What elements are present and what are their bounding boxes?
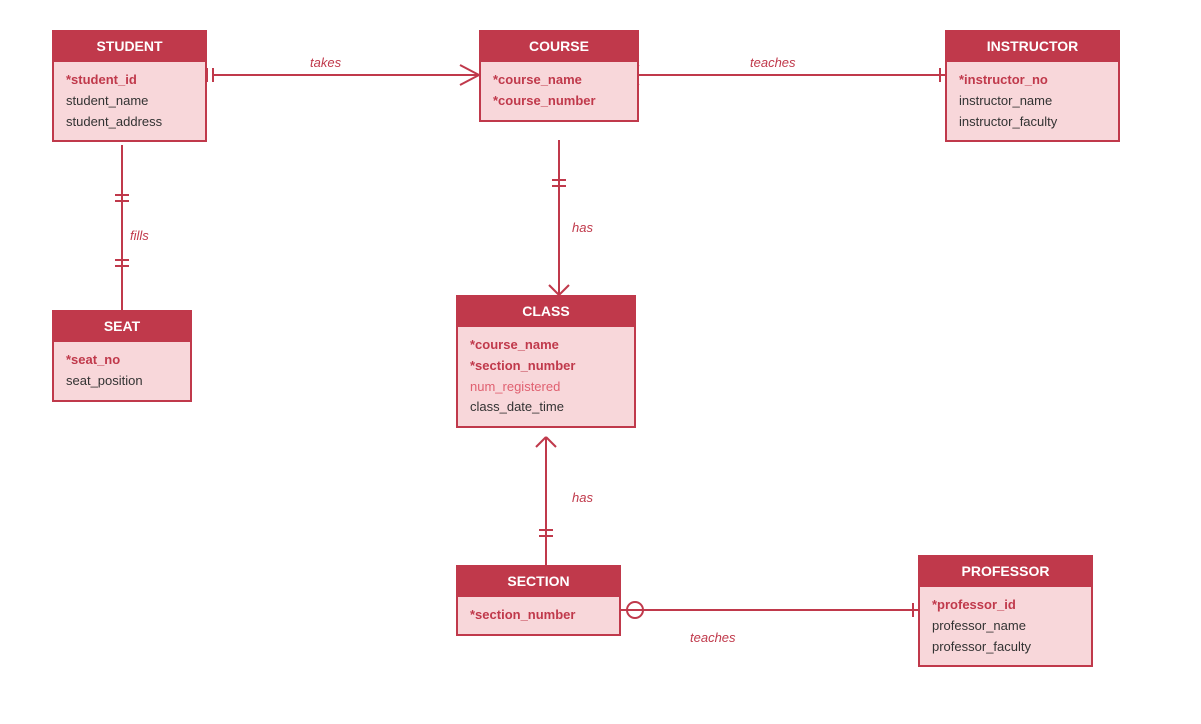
field-professor-name: professor_name: [932, 616, 1079, 637]
relation-has-course-class: has: [572, 220, 593, 235]
entity-professor-body: *professor_id professor_name professor_f…: [918, 587, 1093, 667]
entity-student: STUDENT *student_id student_name student…: [52, 30, 207, 142]
field-class-section-number: *section_number: [470, 356, 622, 377]
relation-has-class-section: has: [572, 490, 593, 505]
entity-section-header: SECTION: [456, 565, 621, 597]
entity-student-body: *student_id student_name student_address: [52, 62, 207, 142]
entity-instructor: INSTRUCTOR *instructor_no instructor_nam…: [945, 30, 1120, 142]
entity-instructor-header: INSTRUCTOR: [945, 30, 1120, 62]
entity-class-body: *course_name *section_number num_registe…: [456, 327, 636, 428]
field-seat-position: seat_position: [66, 371, 178, 392]
field-class-date-time: class_date_time: [470, 397, 622, 418]
entity-course-body: *course_name *course_number: [479, 62, 639, 122]
entity-course: COURSE *course_name *course_number: [479, 30, 639, 122]
field-seat-no: *seat_no: [66, 350, 178, 371]
entity-seat: SEAT *seat_no seat_position: [52, 310, 192, 402]
field-instructor-faculty: instructor_faculty: [959, 112, 1106, 133]
entity-class: CLASS *course_name *section_number num_r…: [456, 295, 636, 428]
entity-student-header: STUDENT: [52, 30, 207, 62]
relation-teaches-professor: teaches: [690, 630, 736, 645]
relation-teaches-instructor: teaches: [750, 55, 796, 70]
entity-instructor-body: *instructor_no instructor_name instructo…: [945, 62, 1120, 142]
entity-section-body: *section_number: [456, 597, 621, 636]
relation-takes: takes: [310, 55, 341, 70]
entity-seat-body: *seat_no seat_position: [52, 342, 192, 402]
field-instructor-no: *instructor_no: [959, 70, 1106, 91]
relation-fills: fills: [130, 228, 149, 243]
field-student-id: *student_id: [66, 70, 193, 91]
entity-section: SECTION *section_number: [456, 565, 621, 636]
entity-professor: PROFESSOR *professor_id professor_name p…: [918, 555, 1093, 667]
entity-course-header: COURSE: [479, 30, 639, 62]
field-professor-faculty: professor_faculty: [932, 637, 1079, 658]
field-student-name: student_name: [66, 91, 193, 112]
entity-professor-header: PROFESSOR: [918, 555, 1093, 587]
entity-seat-header: SEAT: [52, 310, 192, 342]
field-instructor-name: instructor_name: [959, 91, 1106, 112]
field-course-number: *course_number: [493, 91, 625, 112]
field-class-num-registered: num_registered: [470, 377, 622, 398]
field-section-number: *section_number: [470, 605, 607, 626]
field-class-course-name: *course_name: [470, 335, 622, 356]
field-course-name: *course_name: [493, 70, 625, 91]
field-student-address: student_address: [66, 112, 193, 133]
field-professor-id: *professor_id: [932, 595, 1079, 616]
diagram-canvas: STUDENT *student_id student_name student…: [0, 0, 1201, 724]
entity-class-header: CLASS: [456, 295, 636, 327]
